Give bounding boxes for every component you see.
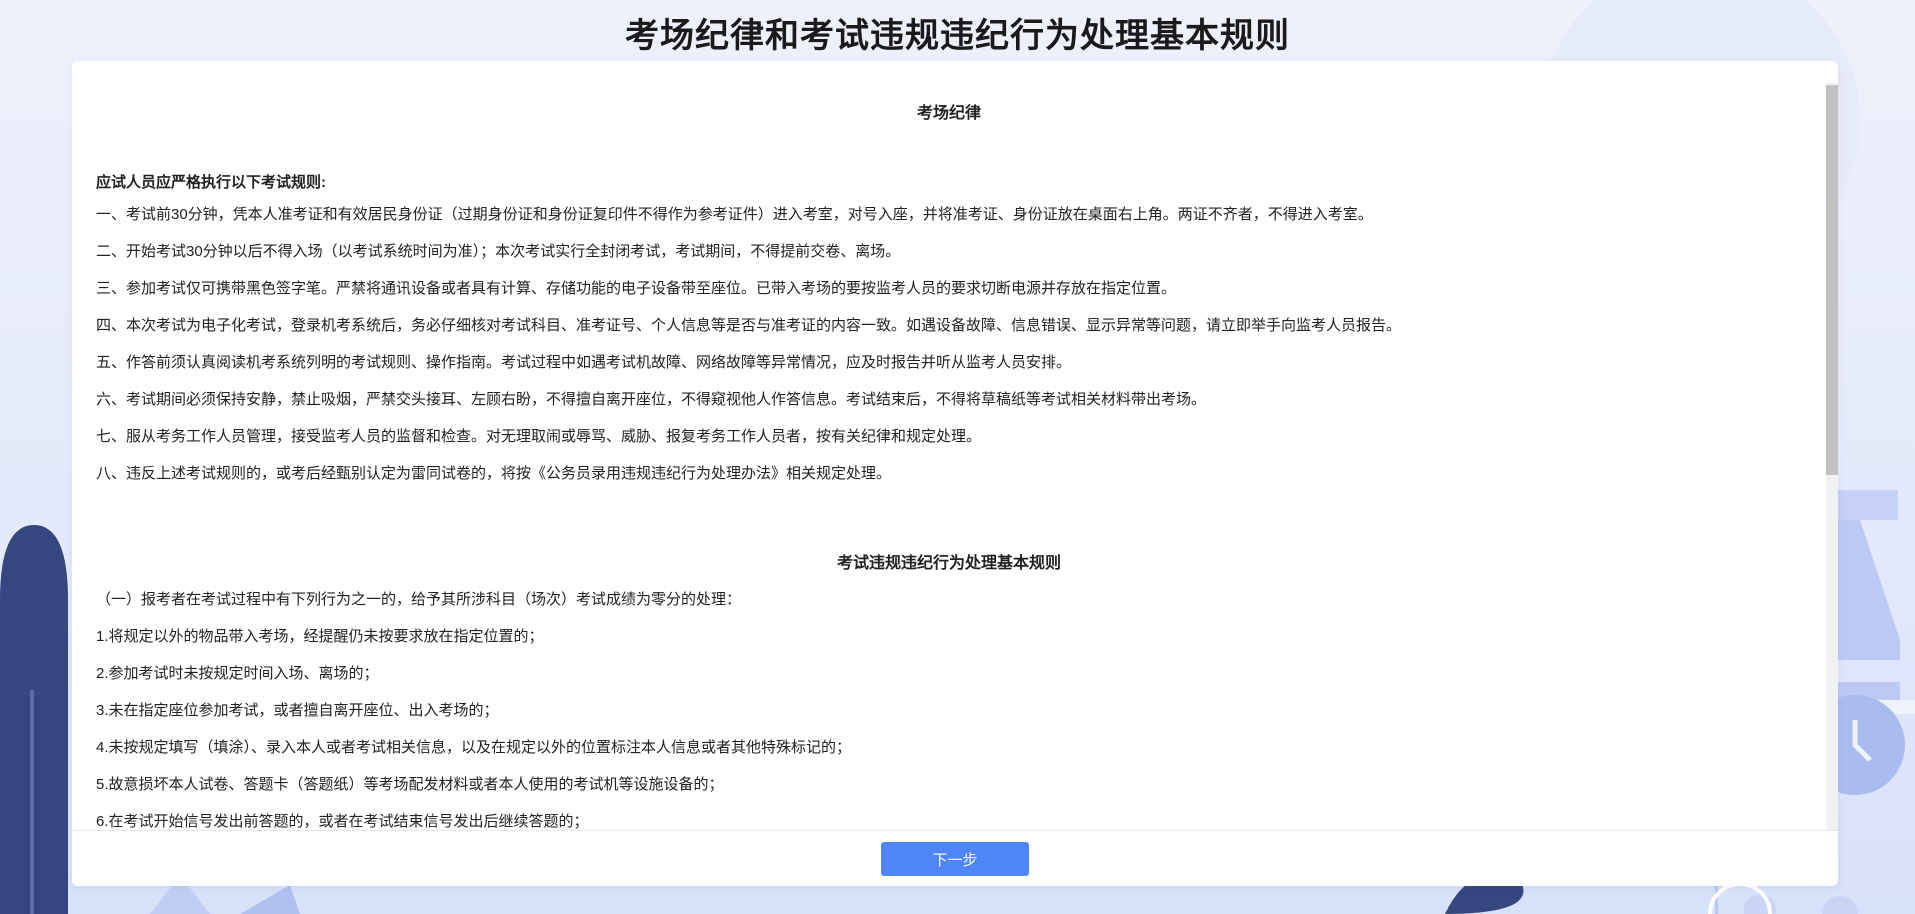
- card-footer: 下一步: [72, 830, 1838, 886]
- violation-item: 3.未在指定座位参加考试，或者擅自离开座位、出入考场的；: [96, 702, 499, 719]
- discipline-rule: 四、本次考试为电子化考试，登录机考系统后，务必仔细核对考试科目、准考证号、个人信…: [96, 317, 1402, 334]
- violations-intro: （一）报考者在考试过程中有下列行为之一的，给予其所涉科目（场次）考试成绩为零分的…: [96, 591, 742, 608]
- discipline-rule: 七、服从考务工作人员管理，接受监考人员的监督和检查。对无理取闹或辱骂、威胁、报复…: [96, 428, 982, 445]
- violation-item: 6.在考试开始信号发出前答题的，或者在考试结束信号发出后继续答题的；: [96, 813, 589, 830]
- discipline-rule: 八、违反上述考试规则的，或考后经甄别认定为雷同试卷的，将按《公务员录用违规违纪行…: [96, 465, 892, 482]
- discipline-heading: 考场纪律: [916, 105, 981, 122]
- scrollbar-thumb[interactable]: [1826, 85, 1838, 475]
- discipline-rule: 五、作答前须认真阅读机考系统列明的考试规则、操作指南。考试过程中如遇考试机故障、…: [96, 354, 1072, 371]
- rules-scroll-area[interactable]: 考场纪律 应试人员应严格执行以下考试规则: 一、考试前30分钟，凭本人准考证和有…: [72, 61, 1826, 831]
- discipline-rule: 三、参加考试仅可携带黑色签字笔。严禁将通讯设备或者具有计算、存储功能的电子设备带…: [96, 280, 1177, 297]
- violation-item: 5.故意损坏本人试卷、答题卡（答题纸）等考场配发材料或者本人使用的考试机等设施设…: [96, 776, 724, 793]
- violation-item: 4.未按规定填写（填涂）、录入本人或者考试相关信息，以及在规定以外的位置标注本人…: [96, 739, 852, 756]
- next-step-button[interactable]: 下一步: [881, 842, 1029, 876]
- violations-heading: 考试违规违纪行为处理基本规则: [836, 555, 1061, 572]
- violation-item: 2.参加考试时未按规定时间入场、离场的；: [96, 665, 379, 682]
- page-title: 考场纪律和考试违规违纪行为处理基本规则: [625, 17, 1290, 55]
- discipline-rule: 一、考试前30分钟，凭本人准考证和有效居民身份证（过期身份证和身份证复印件不得作…: [96, 206, 1373, 223]
- discipline-intro: 应试人员应严格执行以下考试规则:: [96, 174, 326, 191]
- rules-card: 考场纪律 应试人员应严格执行以下考试规则: 一、考试前30分钟，凭本人准考证和有…: [72, 61, 1838, 886]
- violation-item: 1.将规定以外的物品带入考场，经提醒仍未按要求放在指定位置的；: [96, 628, 544, 645]
- discipline-rule: 二、开始考试30分钟以后不得入场（以考试系统时间为准）；本次考试实行全封闭考试，…: [96, 243, 901, 260]
- discipline-rule: 六、考试期间必须保持安静，禁止吸烟，严禁交头接耳、左顾右盼，不得擅自离开座位，不…: [96, 391, 1207, 408]
- rules-content: 考场纪律 应试人员应严格执行以下考试规则: 一、考试前30分钟，凭本人准考证和有…: [72, 61, 1826, 831]
